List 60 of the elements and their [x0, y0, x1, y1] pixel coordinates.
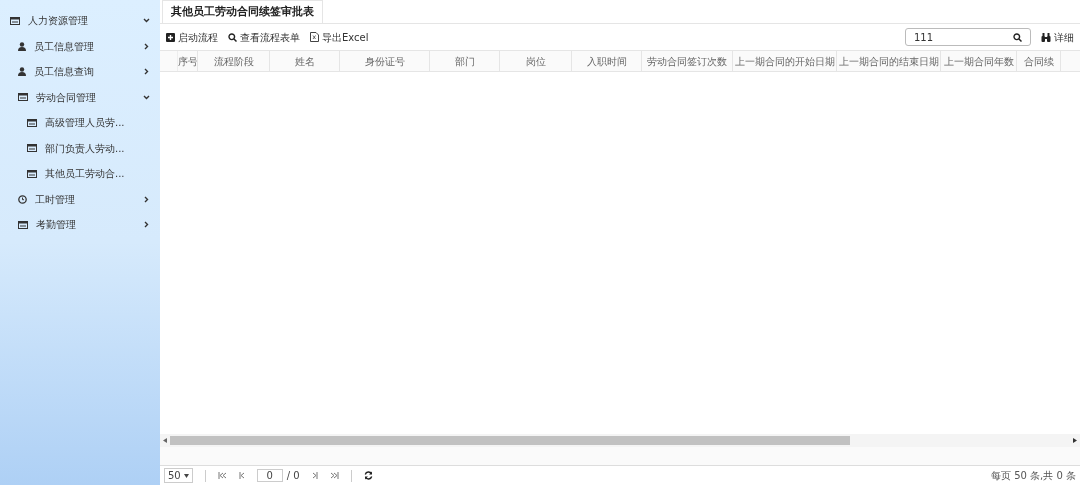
column-header[interactable]: 入职时间	[572, 51, 642, 71]
column-header[interactable]: 岗位	[500, 51, 572, 71]
horizontal-scrollbar[interactable]	[160, 434, 1080, 447]
tab[interactable]: 其他员工劳动合同续签审批表	[162, 0, 323, 23]
user-icon	[18, 41, 26, 51]
column-header[interactable]: 劳动合同签订次数	[642, 51, 733, 71]
column-header[interactable]: 身份证号	[340, 51, 430, 71]
file-icon	[310, 32, 319, 42]
column-header[interactable]: 部门	[430, 51, 500, 71]
column-header[interactable]: 流程阶段	[198, 51, 270, 71]
toolbar-button[interactable]: 启动流程	[166, 29, 218, 45]
page-input[interactable]: 0	[256, 469, 283, 482]
sidebar-item[interactable]: 人力资源管理	[0, 8, 160, 34]
table-icon	[10, 16, 20, 25]
chevron-down-icon	[143, 17, 150, 25]
previous-page-icon[interactable]	[238, 472, 245, 479]
scroll-right-icon[interactable]	[1073, 438, 1077, 443]
column-header[interactable]: 上一期合同年数	[941, 51, 1017, 71]
scroll-left-icon[interactable]	[163, 438, 167, 443]
detail-button[interactable]: 详细	[1041, 29, 1074, 45]
table-icon	[27, 118, 37, 127]
chevron-right-icon	[143, 68, 150, 76]
sidebar-item[interactable]: 高级管理人员劳...	[0, 110, 160, 136]
page-summary: 每页 50 条,共 0 条	[991, 469, 1076, 483]
column-header[interactable]: 合同续	[1017, 51, 1061, 71]
column-header[interactable]: 序号	[178, 51, 198, 71]
page-total: / 0	[286, 469, 300, 483]
column-header[interactable]: 上一期合同的开始日期	[733, 51, 837, 71]
table-icon	[27, 169, 37, 178]
sidebar-item[interactable]: 工时管理	[0, 186, 160, 212]
sidebar-item[interactable]: 考勤管理	[0, 212, 160, 238]
binoculars-icon	[1041, 32, 1051, 42]
first-page-icon[interactable]	[217, 472, 227, 479]
column-header[interactable]: 上一期合同的结束日期	[837, 51, 941, 71]
sidebar-item[interactable]: 员工信息查询	[0, 59, 160, 85]
caret-icon	[183, 473, 189, 478]
sidebar-item[interactable]: 部门负责人劳动...	[0, 135, 160, 161]
user-icon	[18, 67, 26, 77]
chevron-right-icon	[143, 42, 150, 50]
chevron-right-icon	[143, 195, 150, 203]
toolbar-button[interactable]: 查看流程表单	[228, 29, 300, 45]
table-icon	[18, 220, 28, 229]
plus-icon	[166, 32, 175, 42]
search-icon	[228, 32, 237, 42]
refresh-icon[interactable]	[363, 471, 373, 480]
sidebar-item[interactable]: 其他员工劳动合...	[0, 161, 160, 187]
chevron-down-icon	[143, 93, 150, 101]
sidebar-item[interactable]: 员工信息管理	[0, 33, 160, 59]
sidebar-item[interactable]: 劳动合同管理	[0, 84, 160, 110]
last-page-icon[interactable]	[329, 472, 339, 479]
clock-icon	[18, 194, 27, 204]
search-field[interactable]: 111	[905, 28, 1031, 46]
table-icon	[18, 93, 28, 102]
search-icon	[1013, 32, 1022, 42]
next-page-icon[interactable]	[311, 472, 318, 479]
table-icon	[27, 144, 37, 153]
chevron-right-icon	[143, 221, 150, 229]
column-header[interactable]: 姓名	[270, 51, 340, 71]
toolbar-button[interactable]: 导出Excel	[310, 29, 369, 45]
page-size-select[interactable]: 50	[164, 468, 193, 483]
